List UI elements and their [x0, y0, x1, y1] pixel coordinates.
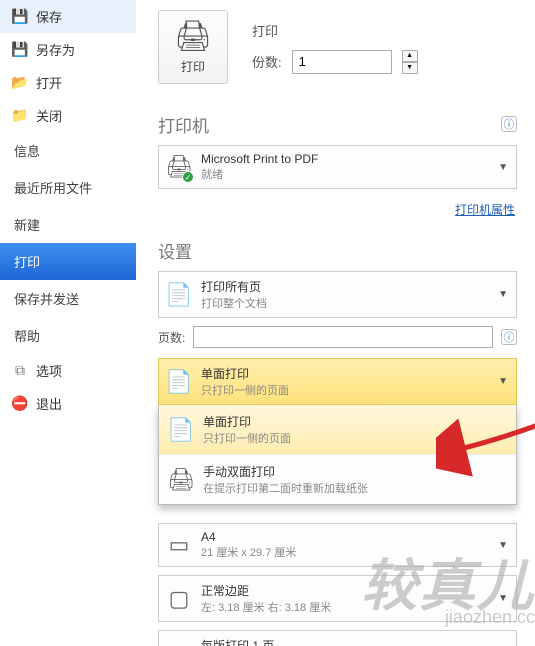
page-single-icon: 📄	[167, 369, 191, 395]
copies-label: 份数:	[252, 52, 282, 71]
backstage-sidebar: 💾 保存 💾 另存为 📂 打开 📁 关闭 信息 最近所用文件 新建 打印 保存并…	[0, 0, 136, 646]
sidebar-label: 打开	[36, 73, 62, 92]
pages-per-sheet-selector[interactable]: ▥ 每版打印 1 页 缩放到 14 厘米 x 20.3 厘米 ▼	[158, 630, 517, 646]
chevron-down-icon: ▼	[498, 540, 508, 551]
sidebar-save-as[interactable]: 💾 另存为	[0, 33, 136, 66]
page-duplex-icon: 🖨	[169, 467, 193, 493]
paper-icon: ▭	[167, 532, 191, 558]
per-sheet-icon: ▥	[167, 641, 191, 646]
print-button[interactable]: 🖨 打印	[158, 10, 228, 84]
page-single-icon: 📄	[169, 417, 193, 443]
copies-up[interactable]: ▲	[402, 50, 418, 62]
save-icon: 💾	[12, 9, 28, 25]
printer-icon: 🖨	[174, 19, 212, 54]
print-range-selector[interactable]: 📄 打印所有页 打印整个文档 ▼	[158, 271, 517, 318]
print-heading: 打印	[252, 21, 418, 40]
print-range-title: 打印所有页	[201, 278, 267, 295]
paper-size-selector[interactable]: ▭ A4 21 厘米 x 29.7 厘米 ▼	[158, 523, 517, 567]
paper-title: A4	[201, 530, 296, 544]
margins-sub: 左: 3.18 厘米 右: 3.18 厘米	[201, 599, 331, 615]
paper-sub: 21 厘米 x 29.7 厘米	[201, 544, 296, 560]
sidebar-print[interactable]: 打印	[0, 243, 136, 280]
sidebar-exit[interactable]: ⛔ 退出	[0, 387, 136, 420]
sidebar-save-send[interactable]: 保存并发送	[0, 280, 136, 317]
sidebar-help[interactable]: 帮助	[0, 317, 136, 354]
chevron-down-icon: ▼	[498, 162, 508, 173]
options-icon: ⧉	[12, 363, 28, 379]
save-as-icon: 💾	[12, 42, 28, 58]
print-range-sub: 打印整个文档	[201, 295, 267, 311]
sidebar-options[interactable]: ⧉ 选项	[0, 354, 136, 387]
settings-heading: 设置	[158, 238, 517, 263]
sidebar-label: 保存	[36, 7, 62, 26]
duplex-selector[interactable]: 📄 单面打印 只打印一侧的页面 ▼	[158, 358, 517, 405]
printer-selector[interactable]: 🖨✓ Microsoft Print to PDF 就绪 ▼	[158, 145, 517, 189]
sidebar-label: 另存为	[36, 40, 75, 59]
option-sub: 在提示打印第二面时重新加载纸张	[203, 480, 368, 496]
print-button-label: 打印	[181, 58, 205, 75]
option-title: 单面打印	[203, 413, 291, 430]
copies-down[interactable]: ▼	[402, 62, 418, 74]
chevron-down-icon: ▼	[498, 289, 508, 300]
sidebar-info[interactable]: 信息	[0, 132, 136, 169]
margins-selector[interactable]: ▢ 正常边距 左: 3.18 厘米 右: 3.18 厘米 ▼	[158, 575, 517, 622]
pages-info-icon[interactable]: ⓘ	[501, 329, 517, 345]
duplex-option-single[interactable]: 📄 单面打印 只打印一侧的页面	[159, 405, 516, 454]
close-icon: 📁	[12, 108, 28, 124]
sidebar-close[interactable]: 📁 关闭	[0, 99, 136, 132]
printer-status: 就绪	[201, 166, 318, 182]
chevron-down-icon: ▼	[498, 376, 508, 387]
margins-icon: ▢	[167, 586, 191, 612]
open-icon: 📂	[12, 75, 28, 91]
duplex-sub: 只打印一侧的页面	[201, 382, 289, 398]
exit-icon: ⛔	[12, 396, 28, 412]
sidebar-label: 关闭	[36, 106, 62, 125]
sidebar-open[interactable]: 📂 打开	[0, 66, 136, 99]
printer-info-icon[interactable]: ⓘ	[501, 116, 517, 132]
print-backstage: 🖨 打印 打印 份数: ▲ ▼ 打印机 ⓘ 🖨✓	[136, 0, 535, 646]
sidebar-recent[interactable]: 最近所用文件	[0, 169, 136, 206]
sidebar-label: 退出	[36, 394, 62, 413]
chevron-down-icon: ▼	[498, 593, 508, 604]
printer-properties-link[interactable]: 打印机属性	[455, 201, 515, 218]
pages-icon: 📄	[167, 282, 191, 308]
duplex-dropdown-list: 📄 单面打印 只打印一侧的页面 🖨 手动双面打印 在提示打印第二面时重新加载纸张	[158, 405, 517, 505]
margins-title: 正常边距	[201, 582, 331, 599]
printer-device-icon: 🖨✓	[167, 154, 191, 180]
duplex-title: 单面打印	[201, 365, 289, 382]
printer-name: Microsoft Print to PDF	[201, 152, 318, 166]
duplex-option-manual[interactable]: 🖨 手动双面打印 在提示打印第二面时重新加载纸张	[159, 454, 516, 504]
copies-input[interactable]	[292, 50, 392, 74]
pages-input[interactable]	[193, 326, 493, 348]
option-title: 手动双面打印	[203, 463, 368, 480]
per-sheet-title: 每版打印 1 页	[201, 637, 332, 646]
pages-label: 页数:	[158, 329, 185, 346]
sidebar-new[interactable]: 新建	[0, 206, 136, 243]
option-sub: 只打印一侧的页面	[203, 430, 291, 446]
sidebar-label: 选项	[36, 361, 62, 380]
printer-heading: 打印机	[158, 112, 209, 137]
sidebar-save[interactable]: 💾 保存	[0, 0, 136, 33]
